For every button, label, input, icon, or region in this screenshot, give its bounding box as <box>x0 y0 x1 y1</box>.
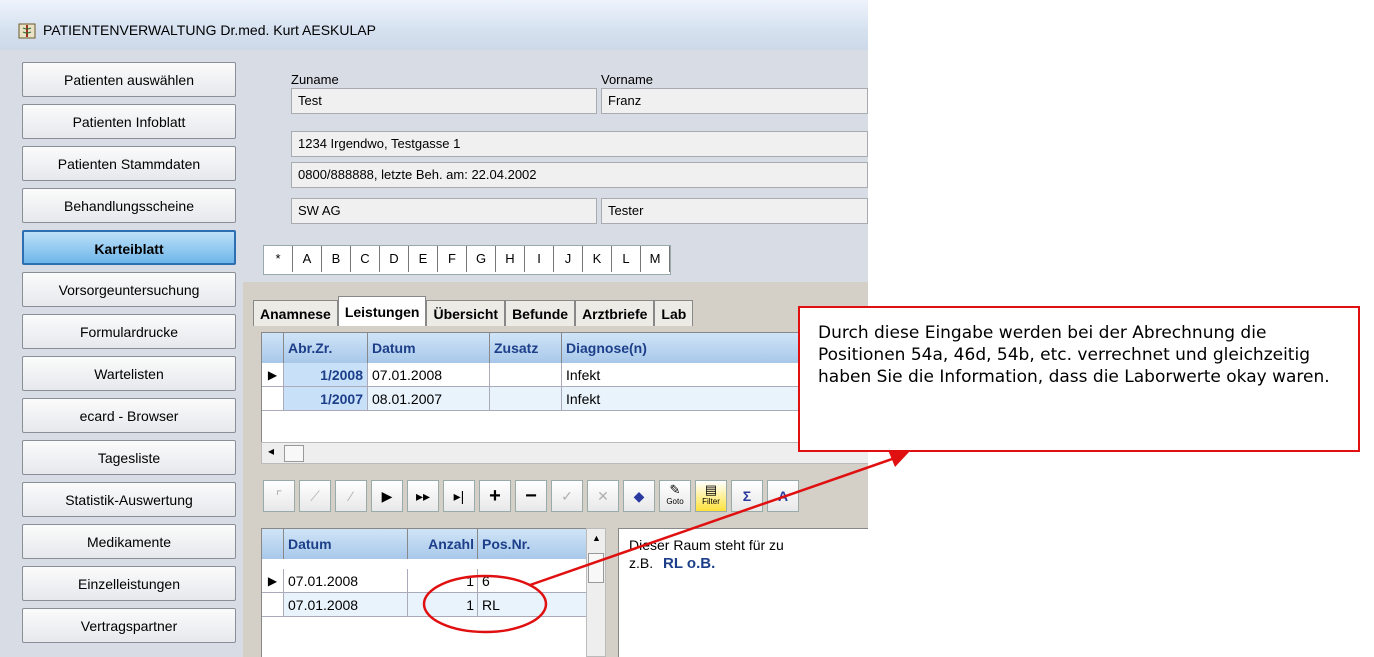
callout-text: Durch diese Eingabe werden bei der Abrec… <box>818 323 1330 387</box>
annotation-callout: Durch diese Eingabe werden bei der Abrec… <box>798 306 1360 452</box>
annotation-arrow <box>529 456 896 587</box>
highlight-ellipse <box>422 574 548 634</box>
